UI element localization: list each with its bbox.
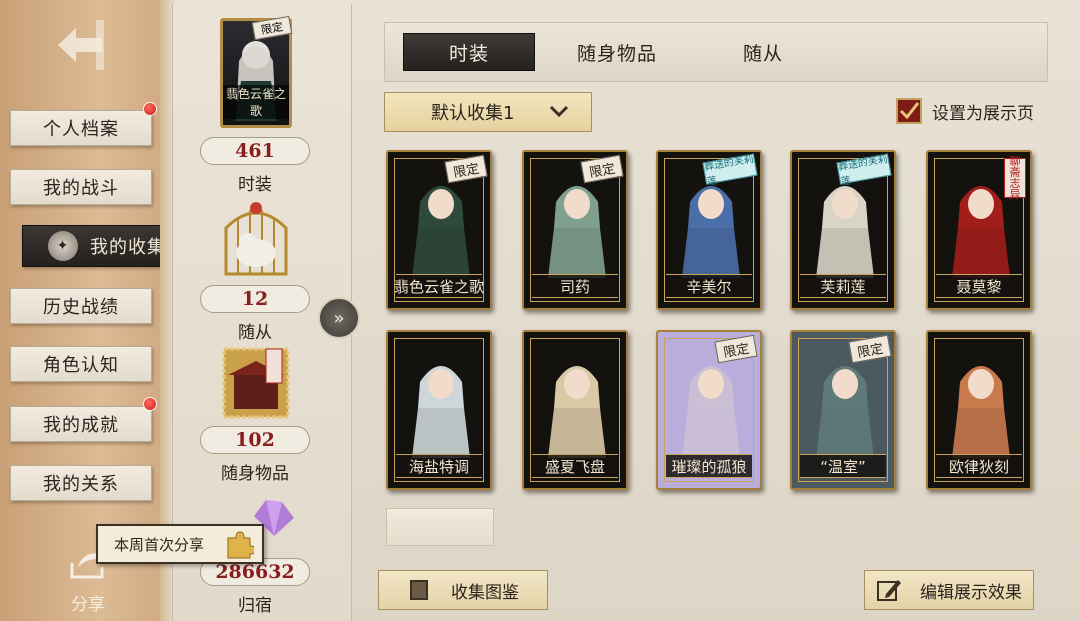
card-tag: 葬送的芙莉莲 (702, 153, 758, 188)
menu-item-label: 历史战绩 (43, 297, 119, 318)
costume-name: 聂莫黎 (936, 274, 1022, 298)
item-count: 102 (200, 426, 310, 454)
menu-item-relations[interactable]: 我的关系 (10, 465, 152, 501)
card-tag: 聊斋志异 (1004, 156, 1026, 200)
costume-name: 欧律狄刻 (936, 454, 1022, 478)
costume-name: 海盐特调 (396, 454, 482, 478)
costume-count-label: 时装 (238, 175, 272, 195)
character-portrait-icon (952, 366, 1010, 458)
dropdown-value: 默认收集1 (431, 103, 515, 124)
costume-card[interactable]: 盛夏飞盘 (522, 330, 628, 490)
costume-name: 芙莉莲 (800, 274, 886, 298)
costume-card[interactable]: 限定 司药 (522, 150, 628, 310)
character-portrait-icon (412, 186, 470, 278)
collection-screen: 个人档案 我的战斗 ✦ 我的收集 历史战绩 角色认知 我的成就 我的关系 分享 … (0, 0, 1080, 621)
costume-name: 司药 (532, 274, 618, 298)
pet-cage-icon[interactable] (218, 198, 294, 278)
character-portrait-icon (816, 366, 874, 458)
menu-item-character-knowledge[interactable]: 角色认知 (10, 346, 152, 382)
edit-pencil-icon (877, 580, 901, 601)
menu-item-label: 我的成就 (43, 415, 119, 436)
costume-card[interactable]: 欧律狄刻 (926, 330, 1032, 490)
chevron-down-icon (549, 105, 569, 118)
costume-card[interactable]: 限定 璀璨的孤狼 (656, 330, 762, 490)
back-arrow-icon[interactable] (52, 14, 108, 76)
book-icon (410, 580, 428, 600)
item-stamp-icon[interactable] (220, 345, 292, 421)
puzzle-piece-icon (227, 531, 254, 559)
character-portrait-icon (682, 366, 740, 458)
home-count-label: 归宿 (238, 596, 272, 616)
menu-item-label: 我的收集 (90, 237, 166, 258)
notification-dot (143, 397, 157, 411)
tab-pets[interactable]: 随从 (697, 33, 829, 71)
costume-count: 461 (200, 137, 310, 165)
featured-costume-thumb[interactable]: 限定 翡色云雀之歌 (220, 15, 293, 128)
edit-showcase-label: 编辑展示效果 (920, 582, 1022, 603)
empty-costume-slot[interactable] (386, 508, 494, 546)
menu-item-history[interactable]: 历史战绩 (10, 288, 152, 324)
collection-set-dropdown[interactable]: 默认收集1 (384, 92, 592, 132)
costume-name: 辛美尔 (666, 274, 752, 298)
character-portrait-icon (548, 186, 606, 278)
showcase-checkbox[interactable] (896, 98, 922, 124)
tab-costumes[interactable]: 时装 (403, 33, 535, 71)
menu-item-profile[interactable]: 个人档案 (10, 110, 152, 146)
item-count-label: 随身物品 (221, 464, 289, 484)
menu-item-label: 个人档案 (43, 119, 119, 140)
featured-costume-name: 翡色云雀之歌 (223, 85, 289, 119)
pet-count: 12 (200, 285, 310, 313)
category-tabs: 时装 随身物品 随从 (384, 22, 1048, 82)
card-tag: 葬送的芙莉莲 (836, 153, 892, 188)
costume-name: 翡色云雀之歌 (394, 274, 484, 298)
share-reward-text: 本周首次分享 (114, 535, 205, 554)
costume-card[interactable]: 聊斋志异聂莫黎 (926, 150, 1032, 310)
showcase-label: 设置为展示页 (932, 103, 1034, 124)
share-reward-bubble[interactable]: 本周首次分享 (96, 524, 264, 564)
costume-name: “温室” (800, 454, 886, 478)
character-portrait-icon (548, 366, 606, 458)
costume-card[interactable]: 限定 “温室” (790, 330, 896, 490)
costume-card[interactable]: 海盐特调 (386, 330, 492, 490)
costume-name: 盛夏飞盘 (532, 454, 618, 478)
tab-accessories[interactable]: 随身物品 (551, 33, 683, 71)
collection-badge-icon: ✦ (48, 231, 78, 261)
menu-item-achievements[interactable]: 我的成就 (10, 406, 152, 442)
share-label: 分享 (71, 595, 105, 615)
menu-item-label: 我的战斗 (43, 178, 119, 199)
menu-item-label: 我的关系 (43, 474, 119, 495)
double-chevron-right-icon: » (333, 307, 345, 329)
character-portrait-icon (412, 366, 470, 458)
costume-card[interactable]: 葬送的芙莉莲辛美尔 (656, 150, 762, 310)
menu-item-battles[interactable]: 我的战斗 (10, 169, 152, 205)
costume-name: 璀璨的孤狼 (666, 454, 752, 478)
expand-chevron-button[interactable]: » (318, 297, 360, 339)
collection-guide-button[interactable]: 收集图鉴 (378, 570, 548, 610)
costume-card[interactable]: 葬送的芙莉莲芙莉莲 (790, 150, 896, 310)
notification-dot (143, 102, 157, 116)
collection-guide-label: 收集图鉴 (451, 582, 519, 603)
menu-item-label: 角色认知 (43, 355, 119, 376)
edit-showcase-button[interactable]: 编辑展示效果 (864, 570, 1034, 610)
menu-item-collection[interactable]: ✦ 我的收集 (22, 225, 192, 267)
costume-card[interactable]: 限定 翡色云雀之歌 (386, 150, 492, 310)
pet-count-label: 随从 (238, 323, 272, 343)
checkmark-icon (899, 102, 920, 120)
set-as-showcase-toggle[interactable]: 设置为展示页 (896, 98, 1034, 124)
